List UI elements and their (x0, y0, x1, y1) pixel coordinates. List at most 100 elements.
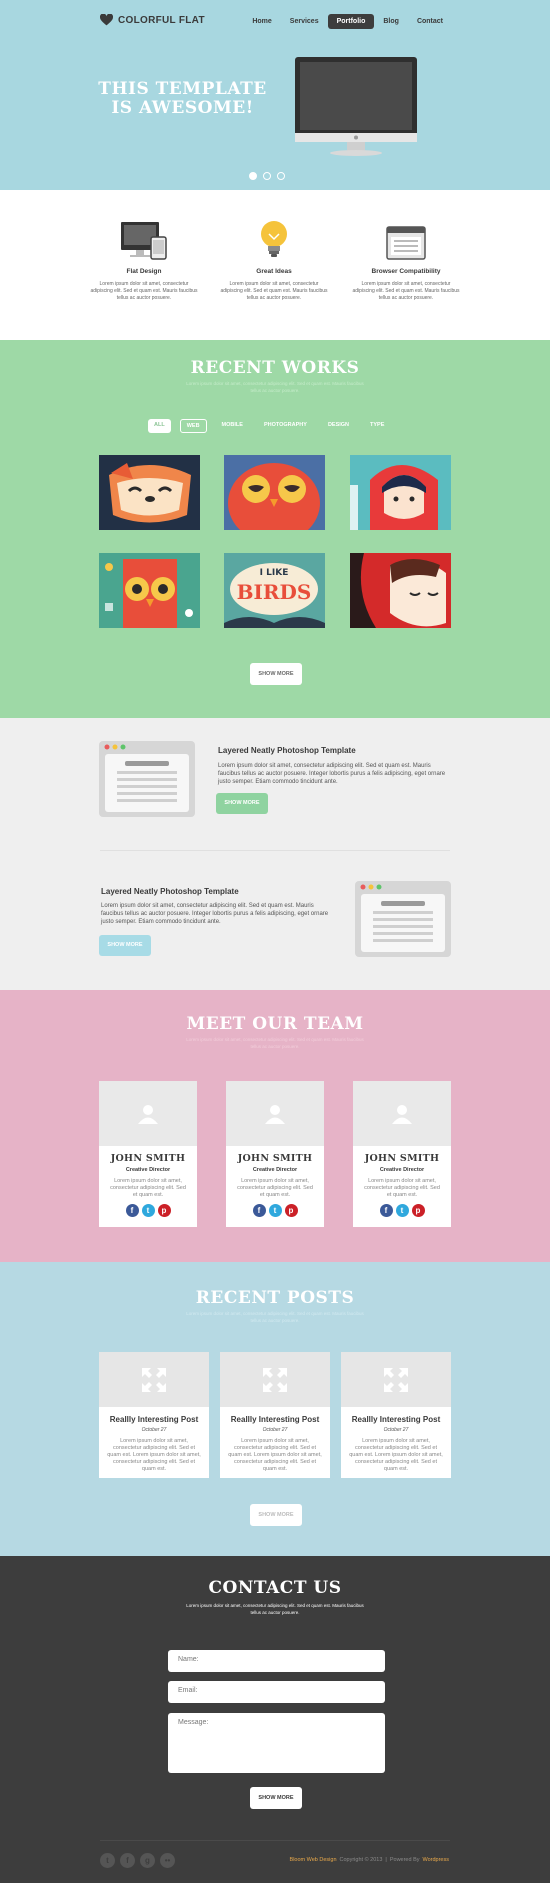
feature-title: Great Ideas (256, 268, 292, 275)
post-excerpt: Lorem ipsum dolor sit amet, consectetur … (107, 1438, 201, 1472)
nav-blog[interactable]: Blog (374, 14, 408, 29)
member-name: JOHN SMITH (364, 1153, 440, 1164)
logo[interactable]: COLORFUL FLAT (100, 14, 205, 26)
pattern-owl-illustration (99, 553, 200, 628)
fox-illustration (99, 455, 200, 530)
facebook-icon[interactable]: f (252, 1204, 266, 1217)
features-section: Flat Design Lorem ipsum dolor sit amet, … (0, 190, 550, 340)
member-social: f t p (99, 1204, 197, 1217)
pinterest-icon[interactable]: p (411, 1204, 425, 1217)
contact-submit-button[interactable]: SHOW MORE (250, 1787, 302, 1809)
member-role: Creative Director (379, 1167, 425, 1173)
twitter-icon[interactable]: t (141, 1204, 155, 1217)
post-card[interactable]: Reallly Interesting Post October 27 Lore… (220, 1352, 330, 1478)
portfolio-tile-pattern[interactable] (99, 553, 200, 628)
post-card[interactable]: Reallly Interesting Post October 27 Lore… (99, 1352, 209, 1478)
browser-window-illustration (355, 881, 451, 957)
nav-services[interactable]: Services (281, 14, 328, 29)
team-card: JOHN SMITH Creative Director Lorem ipsum… (99, 1081, 197, 1227)
filter-design[interactable]: DESIGN (322, 419, 355, 433)
post-title[interactable]: Reallly Interesting Post (341, 1415, 451, 1424)
footer-divider (100, 1840, 450, 1841)
slider-dots (249, 172, 285, 180)
post-date: October 27 (262, 1427, 288, 1433)
main-nav: Home Services Portfolio Blog Contact (243, 14, 452, 29)
avatar (353, 1081, 451, 1146)
hero-section: COLORFUL FLAT Home Services Portfolio Bl… (0, 0, 550, 190)
slider-dot-1[interactable] (249, 172, 257, 180)
section-subtitle: Lorem ipsum dolor sit amet, consectetur … (186, 1603, 364, 1615)
pinterest-icon[interactable]: p (157, 1204, 171, 1217)
feature-title: Browser Compatibility (371, 268, 441, 275)
filter-photography[interactable]: PHOTOGRAPHY (258, 419, 313, 433)
hero-title: THIS TEMPLATE IS AWESOME! (95, 80, 270, 118)
portfolio-tile-red-girl[interactable] (350, 553, 451, 628)
facebook-icon[interactable]: f (379, 1204, 393, 1217)
slider-dot-2[interactable] (263, 172, 271, 180)
portfolio-filters: ALL WEB MOBILE PHOTOGRAPHY DESIGN TYPE (148, 419, 390, 433)
message-field[interactable]: Message: (168, 1713, 385, 1773)
works-show-more-button[interactable]: SHOW MORE (250, 663, 302, 685)
portfolio-tile-red-hood[interactable] (350, 455, 451, 530)
nav-portfolio[interactable]: Portfolio (327, 14, 375, 29)
pinterest-icon[interactable]: p (284, 1204, 298, 1217)
google-plus-icon[interactable]: g (140, 1853, 155, 1868)
recent-works-section: RECENT WORKS Lorem ipsum dolor sit amet,… (0, 340, 550, 718)
facebook-icon[interactable]: f (125, 1204, 139, 1217)
browser-icon (104, 744, 189, 812)
avatar (99, 1081, 197, 1146)
template-show-more-button[interactable]: SHOW MORE (216, 793, 268, 814)
feature-flat-design: Flat Design Lorem ipsum dolor sit amet, … (89, 220, 199, 302)
hero-title-line1: THIS TEMPLATE (98, 79, 267, 99)
post-title[interactable]: Reallly Interesting Post (220, 1415, 330, 1424)
member-name: JOHN SMITH (237, 1153, 313, 1164)
filter-mobile[interactable]: MOBILE (216, 419, 249, 433)
filter-all[interactable]: ALL (148, 419, 171, 433)
slider-dot-3[interactable] (277, 172, 285, 180)
nav-home[interactable]: Home (243, 14, 280, 29)
templates-section: Layered Neatly Photoshop Template Lorem … (0, 718, 550, 990)
filter-web[interactable]: WEB (179, 419, 207, 433)
member-name: JOHN SMITH (110, 1153, 186, 1164)
flickr-icon[interactable]: •• (160, 1853, 175, 1868)
footer-platform-link[interactable]: Wordpress (423, 1857, 450, 1863)
section-title: RECENT POSTS (195, 1288, 355, 1308)
post-title[interactable]: Reallly Interesting Post (99, 1415, 209, 1424)
i-like-birds-illustration: I LIKE BIRDS (224, 553, 325, 628)
devices-icon (89, 220, 199, 260)
posts-show-more-button[interactable]: SHOW MORE (250, 1504, 302, 1526)
portfolio-tile-i-like-birds[interactable]: I LIKE BIRDS (224, 553, 325, 628)
footer-brand-link[interactable]: Bloom Web Design (290, 1857, 337, 1863)
post-card[interactable]: Reallly Interesting Post October 27 Lore… (341, 1352, 451, 1478)
avatar (226, 1081, 324, 1146)
post-excerpt: Lorem ipsum dolor sit amet, consectetur … (349, 1438, 443, 1472)
nav-contact[interactable]: Contact (408, 14, 452, 29)
template-text: Lorem ipsum dolor sit amet, consectetur … (218, 763, 446, 785)
section-subtitle: Lorem ipsum dolor sit amet, consectetur … (186, 1311, 364, 1323)
team-card: JOHN SMITH Creative Director Lorem ipsum… (353, 1081, 451, 1227)
divider (100, 850, 450, 851)
email-field[interactable]: Email: (168, 1681, 385, 1703)
footer-social: t f g •• (100, 1853, 175, 1868)
member-social: f t p (226, 1204, 324, 1217)
feature-text: Lorem ipsum dolor sit amet, consectetur … (90, 281, 198, 301)
team-card: JOHN SMITH Creative Director Lorem ipsum… (226, 1081, 324, 1227)
template-text: Lorem ipsum dolor sit amet, consectetur … (101, 903, 329, 925)
filter-type[interactable]: TYPE (364, 419, 390, 433)
twitter-icon[interactable]: t (395, 1204, 409, 1217)
facebook-icon[interactable]: f (120, 1853, 135, 1868)
twitter-icon[interactable]: t (268, 1204, 282, 1217)
lightbulb-icon (219, 220, 329, 260)
monitor-illustration (295, 57, 417, 156)
portfolio-tile-owl[interactable] (224, 455, 325, 530)
post-image (220, 1352, 330, 1407)
name-field[interactable]: Name: (168, 1650, 385, 1672)
feature-browser-compatibility: Browser Compatibility Lorem ipsum dolor … (351, 220, 461, 302)
red-hood-girl-illustration (350, 455, 451, 530)
twitter-icon[interactable]: t (100, 1853, 115, 1868)
template-show-more-button[interactable]: SHOW MORE (99, 935, 151, 956)
portfolio-tile-fox[interactable] (99, 455, 200, 530)
feature-title: Flat Design (126, 268, 162, 275)
tile-text-line2: BIRDS (237, 580, 312, 604)
footer-copyright: Copyright © 2013 (339, 1857, 383, 1863)
